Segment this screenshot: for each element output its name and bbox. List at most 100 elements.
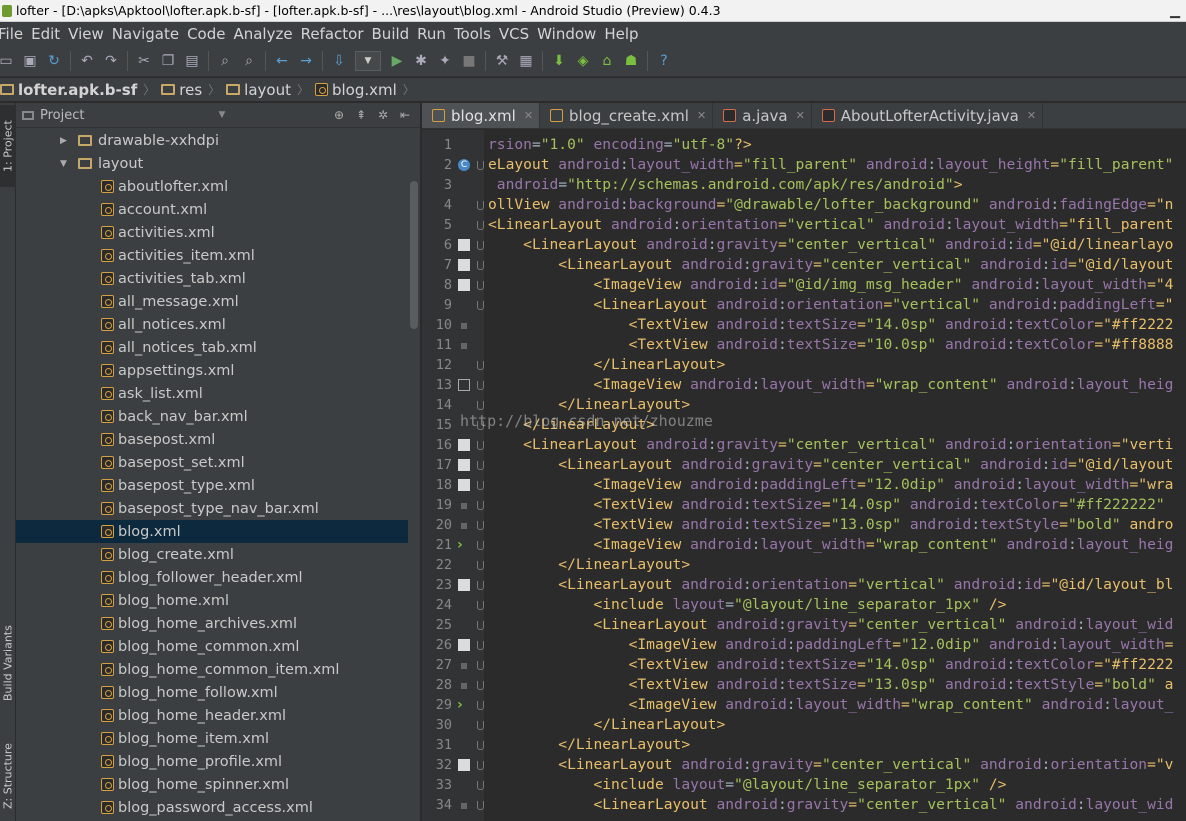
tree-file[interactable]: blog_home_item.xml — [16, 727, 408, 750]
color-preview-icon[interactable] — [461, 683, 467, 689]
chevron-right-icon[interactable]: › — [457, 538, 469, 552]
tree-file[interactable]: back_nav_bar.xml — [16, 405, 408, 428]
editor-tab[interactable]: blog_create.xml ✕ — [540, 103, 714, 128]
fold-marker-icon[interactable] — [477, 801, 484, 810]
collapse-all-icon[interactable]: ⇞ — [352, 106, 370, 124]
color-preview-icon[interactable] — [461, 503, 467, 509]
tree-file[interactable]: blog_create.xml — [16, 543, 408, 566]
sdk-manager-icon[interactable]: ⬇ — [549, 51, 569, 71]
tree-file[interactable]: all_message.xml — [16, 290, 408, 313]
tree-file[interactable]: activities_item.xml — [16, 244, 408, 267]
tree-file[interactable]: blog_home_follow.xml — [16, 681, 408, 704]
back-icon[interactable]: ← — [272, 51, 292, 71]
tree-file[interactable]: all_notices_tab.xml — [16, 336, 408, 359]
tree-file[interactable]: basepost_type_nav_bar.xml — [16, 497, 408, 520]
color-preview-icon[interactable] — [458, 579, 470, 591]
menu-view[interactable]: View — [68, 25, 112, 43]
tree-file[interactable]: appsettings.xml — [16, 359, 408, 382]
save-icon[interactable]: ▣ — [20, 51, 40, 71]
breadcrumb-project[interactable]: lofter.apk.b-sf — [0, 81, 143, 99]
expanded-arrow-icon[interactable]: ▼ — [60, 159, 70, 169]
cut-icon[interactable]: ✂ — [134, 51, 154, 71]
fold-marker-icon[interactable] — [477, 661, 484, 670]
debug-icon[interactable]: ✱ — [411, 51, 431, 71]
menu-tools[interactable]: Tools — [454, 25, 499, 43]
gear-icon[interactable]: ✲ — [374, 106, 392, 124]
menu-analyze[interactable]: Analyze — [233, 25, 300, 43]
replace-icon[interactable]: ⌕ — [239, 51, 259, 71]
fold-marker-icon[interactable] — [477, 761, 484, 770]
fold-marker-icon[interactable] — [477, 401, 484, 410]
fold-marker-icon[interactable] — [477, 241, 484, 250]
color-preview-icon[interactable] — [461, 803, 467, 809]
fold-marker-icon[interactable] — [477, 221, 484, 230]
stop-icon[interactable]: ■ — [459, 51, 479, 71]
breadcrumb-res[interactable]: res — [161, 81, 208, 99]
tree-file[interactable]: blog_home_header.xml — [16, 704, 408, 727]
breadcrumb-file[interactable]: blog.xml — [314, 81, 403, 99]
fold-marker-icon[interactable] — [477, 261, 484, 270]
tool-tab-project[interactable]: 1: Project — [0, 105, 16, 187]
chevron-down-icon[interactable]: ▼ — [218, 110, 225, 120]
color-preview-icon[interactable] — [461, 663, 467, 669]
copy-icon[interactable]: ❐ — [158, 51, 178, 71]
tree-file[interactable]: ask_list.xml — [16, 382, 408, 405]
color-preview-icon[interactable] — [461, 343, 467, 349]
tool-tab-build-variants[interactable]: Build Variants — [0, 608, 16, 718]
fold-marker-icon[interactable] — [477, 701, 484, 710]
tree-file[interactable]: blog_home.xml — [16, 589, 408, 612]
undo-icon[interactable]: ↶ — [77, 51, 97, 71]
fold-marker-icon[interactable] — [477, 461, 484, 470]
redo-icon[interactable]: ↷ — [101, 51, 121, 71]
fold-marker-icon[interactable] — [477, 201, 484, 210]
fold-marker-icon[interactable] — [477, 521, 484, 530]
close-icon[interactable]: ✕ — [796, 109, 805, 122]
editor-tab[interactable]: a.java ✕ — [713, 103, 812, 128]
menu-run[interactable]: Run — [417, 25, 454, 43]
settings-icon[interactable]: ⚒ — [492, 51, 512, 71]
tree-file[interactable]: blog_home_common.xml — [16, 635, 408, 658]
color-preview-icon[interactable] — [458, 439, 470, 451]
fold-marker-icon[interactable] — [477, 641, 484, 650]
menu-refactor[interactable]: Refactor — [301, 25, 372, 43]
fold-marker-icon[interactable] — [477, 441, 484, 450]
fold-marker-icon[interactable] — [477, 161, 484, 170]
fold-marker-icon[interactable] — [477, 361, 484, 370]
menu-vcs[interactable]: VCS — [499, 25, 537, 43]
tree-file[interactable]: blog_password_access.xml — [16, 796, 408, 819]
menu-file[interactable]: File — [0, 25, 31, 43]
hide-panel-icon[interactable]: ⇤ — [396, 106, 414, 124]
fold-marker-icon[interactable] — [477, 381, 484, 390]
color-preview-icon[interactable] — [458, 639, 470, 651]
tree-file[interactable]: basepost.xml — [16, 428, 408, 451]
scroll-from-source-icon[interactable]: ⊕ — [330, 106, 348, 124]
tree-file[interactable]: all_notices.xml — [16, 313, 408, 336]
help-icon[interactable]: ? — [654, 51, 674, 71]
editor-tab[interactable]: blog.xml ✕ — [422, 103, 541, 128]
android-device-monitor-icon[interactable]: ☗ — [621, 51, 641, 71]
color-preview-icon[interactable] — [458, 479, 470, 491]
color-preview-icon[interactable] — [461, 523, 467, 529]
minimize-icon[interactable]: ▁ — [1164, 0, 1186, 22]
tree-file[interactable]: blog_follower_header.xml — [16, 566, 408, 589]
fold-marker-icon[interactable] — [477, 741, 484, 750]
tree-file[interactable]: account.xml — [16, 198, 408, 221]
chevron-right-icon[interactable]: › — [457, 698, 469, 712]
fold-marker-icon[interactable] — [477, 721, 484, 730]
fold-marker-icon[interactable] — [477, 541, 484, 550]
menu-code[interactable]: Code — [187, 25, 233, 43]
run-icon[interactable]: ▶ — [387, 51, 407, 71]
external-link-icon[interactable] — [458, 379, 470, 391]
tree-file[interactable]: basepost_type.xml — [16, 474, 408, 497]
open-icon[interactable]: ▭ — [0, 51, 16, 71]
tree-file[interactable]: aboutlofter.xml — [16, 175, 408, 198]
project-view-selector[interactable]: Project — [22, 108, 84, 123]
color-preview-icon[interactable] — [458, 459, 470, 471]
sync-gradle-icon[interactable]: ◈ — [573, 51, 593, 71]
fold-marker-icon[interactable] — [477, 681, 484, 690]
fold-marker-icon[interactable] — [477, 581, 484, 590]
fold-marker-icon[interactable] — [477, 601, 484, 610]
menu-window[interactable]: Window — [537, 25, 604, 43]
fold-marker-icon[interactable] — [477, 561, 484, 570]
close-icon[interactable]: ✕ — [697, 109, 706, 122]
